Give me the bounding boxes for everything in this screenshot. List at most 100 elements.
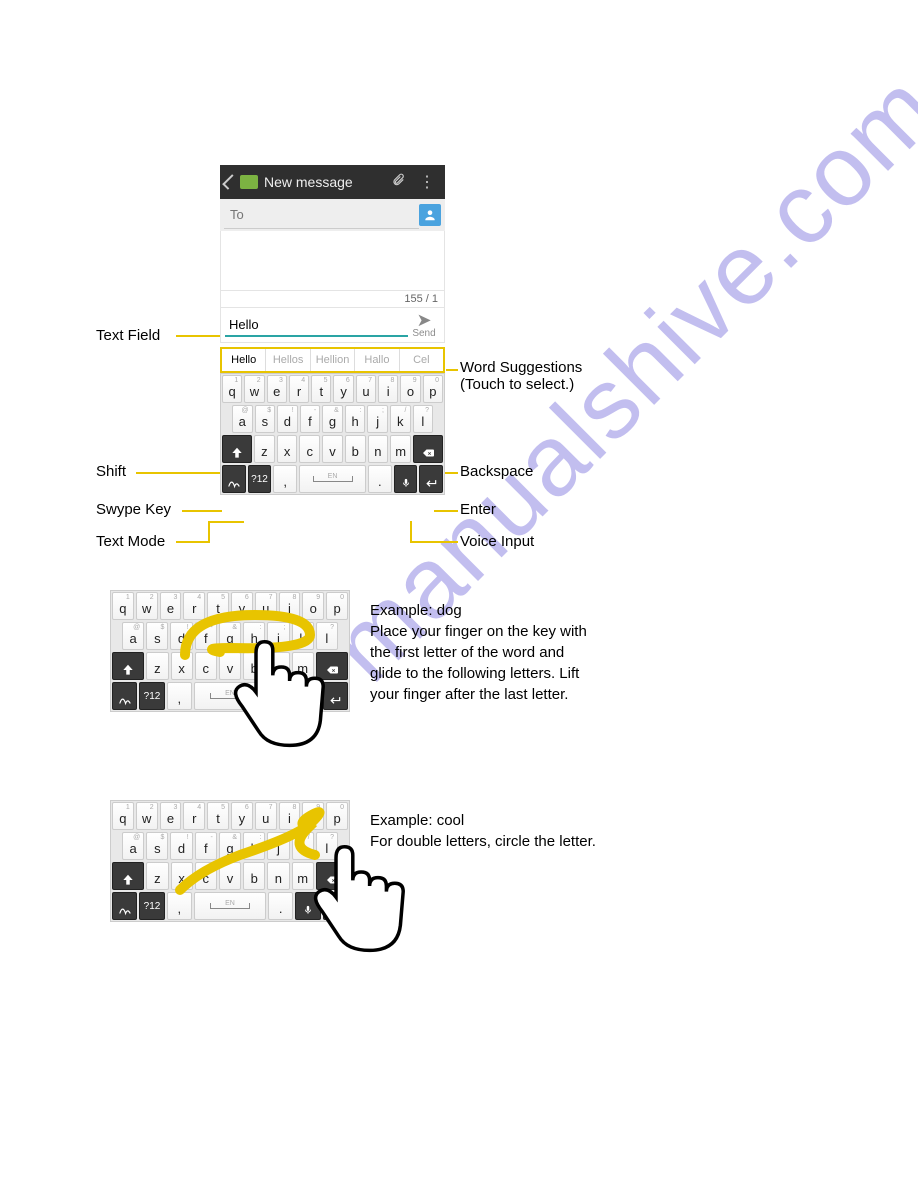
letter-key[interactable]: m — [390, 435, 411, 463]
letter-key[interactable]: o9 — [302, 802, 324, 830]
swype-key[interactable] — [112, 682, 137, 710]
voice-key[interactable] — [295, 892, 320, 920]
letter-key[interactable]: g& — [219, 622, 241, 650]
suggestion-item[interactable]: Hellion — [311, 349, 355, 371]
letter-key[interactable]: d! — [170, 832, 192, 860]
enter-key[interactable] — [419, 465, 443, 493]
letter-key[interactable]: a@ — [232, 405, 253, 433]
letter-key[interactable]: d! — [170, 622, 192, 650]
letter-key[interactable]: s$ — [146, 832, 168, 860]
letter-key[interactable]: c — [299, 435, 320, 463]
letter-key[interactable]: r4 — [289, 375, 309, 403]
letter-key[interactable]: k/ — [390, 405, 411, 433]
letter-key[interactable]: l? — [413, 405, 434, 433]
letter-key[interactable]: q1 — [222, 375, 242, 403]
letter-key[interactable]: t5 — [207, 592, 229, 620]
letter-key[interactable]: b — [243, 652, 265, 680]
compose-input[interactable]: Hello — [225, 314, 408, 337]
letter-key[interactable]: f- — [195, 622, 217, 650]
comma-key[interactable]: , — [167, 682, 192, 710]
to-field[interactable] — [224, 201, 419, 229]
letter-key[interactable]: l? — [316, 622, 338, 650]
backspace-key[interactable] — [316, 862, 348, 890]
letter-key[interactable]: v — [322, 435, 343, 463]
letter-key[interactable]: b — [243, 862, 265, 890]
letter-key[interactable]: c — [195, 652, 217, 680]
letter-key[interactable]: k/ — [292, 622, 314, 650]
letter-key[interactable]: v — [219, 652, 241, 680]
letter-key[interactable]: x — [171, 862, 193, 890]
letter-key[interactable]: u7 — [255, 802, 277, 830]
letter-key[interactable]: i8 — [279, 592, 301, 620]
letter-key[interactable]: u7 — [255, 592, 277, 620]
letter-key[interactable]: w2 — [136, 802, 158, 830]
letter-key[interactable]: f- — [195, 832, 217, 860]
space-key[interactable]: EN — [194, 682, 266, 710]
letter-key[interactable]: p0 — [326, 592, 348, 620]
attach-icon[interactable] — [387, 173, 409, 192]
period-key[interactable]: . — [368, 465, 392, 493]
letter-key[interactable]: w2 — [136, 592, 158, 620]
add-contact-button[interactable] — [419, 204, 441, 226]
letter-key[interactable]: n — [368, 435, 389, 463]
back-icon[interactable] — [222, 174, 238, 190]
backspace-key[interactable] — [316, 652, 348, 680]
letter-key[interactable]: f- — [300, 405, 321, 433]
enter-key[interactable] — [323, 892, 348, 920]
letter-key[interactable]: t5 — [311, 375, 331, 403]
suggestion-item[interactable]: Cel — [400, 349, 443, 371]
letter-key[interactable]: u7 — [356, 375, 376, 403]
letter-key[interactable]: k/ — [292, 832, 314, 860]
voice-key[interactable] — [295, 682, 320, 710]
letter-key[interactable]: i8 — [378, 375, 398, 403]
letter-key[interactable]: o9 — [302, 592, 324, 620]
letter-key[interactable]: c — [195, 862, 217, 890]
suggestion-item[interactable]: Hellos — [266, 349, 310, 371]
letter-key[interactable]: m — [292, 862, 314, 890]
shift-key[interactable] — [112, 862, 144, 890]
period-key[interactable]: . — [268, 892, 293, 920]
letter-key[interactable]: r4 — [183, 592, 205, 620]
letter-key[interactable]: s$ — [146, 622, 168, 650]
letter-key[interactable]: a@ — [122, 622, 144, 650]
letter-key[interactable]: y6 — [333, 375, 353, 403]
letter-key[interactable]: i8 — [279, 802, 301, 830]
letter-key[interactable]: r4 — [183, 802, 205, 830]
letter-key[interactable]: o9 — [400, 375, 420, 403]
letter-key[interactable]: q1 — [112, 802, 134, 830]
swype-key[interactable] — [112, 892, 137, 920]
letter-key[interactable]: p0 — [326, 802, 348, 830]
message-body-area[interactable] — [220, 231, 445, 291]
letter-key[interactable]: z — [254, 435, 275, 463]
letter-key[interactable]: a@ — [122, 832, 144, 860]
letter-key[interactable]: m — [292, 652, 314, 680]
shift-key[interactable] — [222, 435, 252, 463]
suggestion-item[interactable]: Hello — [222, 349, 266, 371]
text-mode-key[interactable]: ?12 — [139, 682, 164, 710]
letter-key[interactable]: l? — [316, 832, 338, 860]
backspace-key[interactable] — [413, 435, 443, 463]
letter-key[interactable]: h: — [345, 405, 366, 433]
letter-key[interactable]: e3 — [160, 802, 182, 830]
letter-key[interactable]: j; — [267, 832, 289, 860]
enter-key[interactable] — [323, 682, 348, 710]
letter-key[interactable]: d! — [277, 405, 298, 433]
text-mode-key[interactable]: ?12 — [139, 892, 164, 920]
comma-key[interactable]: , — [273, 465, 297, 493]
more-icon[interactable]: ⋮ — [415, 172, 439, 192]
letter-key[interactable]: s$ — [255, 405, 276, 433]
space-key[interactable]: EN — [194, 892, 266, 920]
space-key[interactable]: EN — [299, 465, 366, 493]
send-button[interactable]: ➤ Send — [408, 311, 440, 339]
letter-key[interactable]: b — [345, 435, 366, 463]
swype-key[interactable] — [222, 465, 246, 493]
comma-key[interactable]: , — [167, 892, 192, 920]
suggestion-item[interactable]: Hallo — [355, 349, 399, 371]
letter-key[interactable]: j; — [267, 622, 289, 650]
letter-key[interactable]: q1 — [112, 592, 134, 620]
letter-key[interactable]: y6 — [231, 592, 253, 620]
letter-key[interactable]: h: — [243, 832, 265, 860]
letter-key[interactable]: e3 — [267, 375, 287, 403]
period-key[interactable]: . — [268, 682, 293, 710]
letter-key[interactable]: g& — [322, 405, 343, 433]
